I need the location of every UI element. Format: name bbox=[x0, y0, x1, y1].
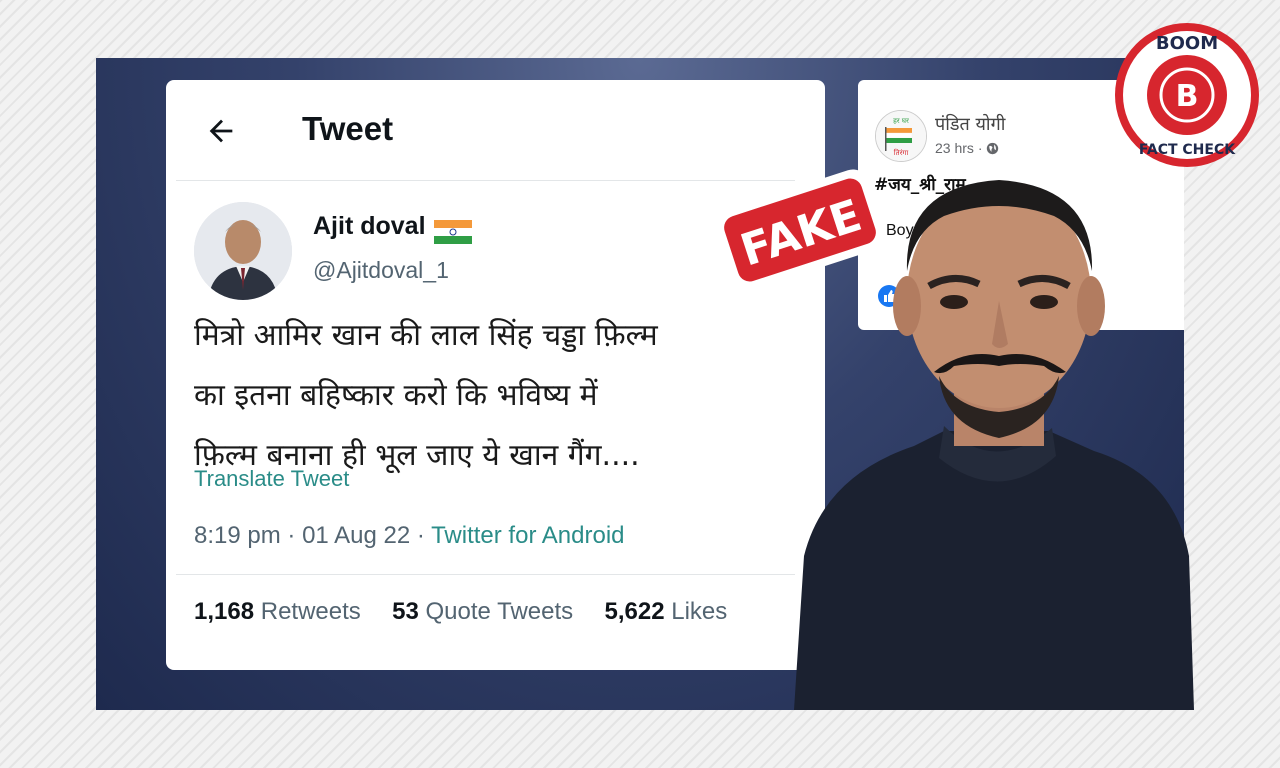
tweet-text-line: का इतना बहिष्कार करो कि भविष्य में bbox=[194, 378, 598, 413]
back-arrow-icon[interactable] bbox=[204, 114, 238, 148]
quotes-label: Quote Tweets bbox=[425, 598, 574, 625]
page-name[interactable]: पंडित योगी bbox=[935, 112, 1005, 136]
translate-tweet-link[interactable]: Translate Tweet bbox=[194, 466, 349, 492]
likes-label: Likes bbox=[671, 598, 728, 625]
fake-stamp: FAKE bbox=[715, 169, 885, 291]
retweets-stat[interactable]: 1,168 Retweets bbox=[194, 598, 361, 625]
post-time[interactable]: 23 hrs · bbox=[935, 140, 999, 156]
badge-letter: B bbox=[1176, 79, 1199, 114]
tweet-text: मित्रो आमिर खान की लाल सिंह चड्डा फ़िल्म… bbox=[194, 306, 814, 486]
author-handle[interactable]: @Ajitdoval_1 bbox=[313, 257, 449, 284]
meta-separator: · bbox=[287, 522, 296, 549]
likes-stat[interactable]: 5,622 Likes bbox=[605, 598, 728, 625]
tweet-text-line: मित्रो आमिर खान की लाल सिंह चड्डा फ़िल्म bbox=[194, 318, 658, 353]
globe-icon bbox=[987, 142, 999, 155]
india-flag-icon bbox=[434, 220, 472, 244]
tweet-stats: 1,168 Retweets 53 Quote Tweets 5,622 Lik… bbox=[194, 598, 727, 626]
retweets-count: 1,168 bbox=[194, 598, 255, 625]
likes-count: 5,622 bbox=[604, 598, 665, 625]
author-name[interactable]: Ajit doval bbox=[313, 212, 426, 241]
boom-fact-check-badge: B BOOM FACT CHECK bbox=[1115, 23, 1259, 167]
time-separator: · bbox=[977, 140, 983, 156]
avatar-caption-top: हर घर bbox=[893, 117, 909, 125]
tweet-meta: 8:19 pm · 01 Aug 22 · Twitter for Androi… bbox=[194, 522, 625, 550]
retweets-label: Retweets bbox=[260, 598, 361, 625]
tweet-time: 8:19 pm bbox=[194, 522, 281, 549]
meta-divider bbox=[176, 574, 795, 575]
tweet-header-title: Tweet bbox=[302, 110, 394, 147]
tweet-source[interactable]: Twitter for Android bbox=[431, 522, 624, 549]
badge-bottom-text: FACT CHECK bbox=[1139, 142, 1236, 158]
meta-separator: · bbox=[416, 522, 425, 549]
avatar[interactable] bbox=[194, 202, 292, 300]
badge-top-text: BOOM bbox=[1156, 33, 1218, 54]
quotes-count: 53 bbox=[392, 598, 419, 625]
post-time-text: 23 hrs bbox=[935, 140, 974, 156]
quotes-stat[interactable]: 53 Quote Tweets bbox=[392, 598, 573, 625]
tweet-date[interactable]: 01 Aug 22 bbox=[302, 522, 410, 549]
